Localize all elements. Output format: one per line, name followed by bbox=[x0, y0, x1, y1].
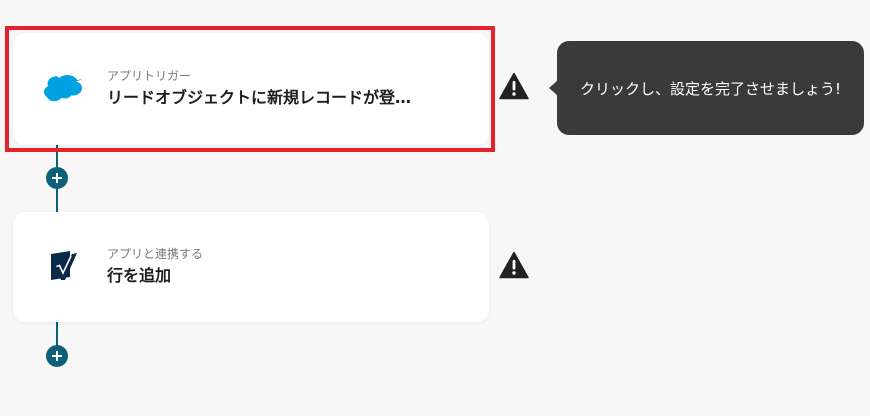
step-type-label: アプリと連携する bbox=[107, 247, 204, 261]
warning-icon bbox=[499, 251, 529, 279]
tooltip-text: クリックし、設定を完了させましょう! bbox=[579, 79, 841, 98]
step-title: 行を追加 bbox=[107, 266, 172, 285]
add-step-button[interactable] bbox=[46, 345, 68, 367]
plus-icon bbox=[52, 173, 62, 183]
action-step-card[interactable]: アプリと連携する 行を追加 bbox=[13, 212, 489, 322]
highlight-frame bbox=[5, 26, 495, 152]
warning-icon bbox=[499, 72, 529, 100]
add-step-button[interactable] bbox=[46, 167, 68, 189]
plus-icon bbox=[52, 351, 62, 361]
smartsheet-icon bbox=[43, 247, 83, 287]
setup-tooltip: クリックし、設定を完了させましょう! bbox=[549, 41, 864, 135]
